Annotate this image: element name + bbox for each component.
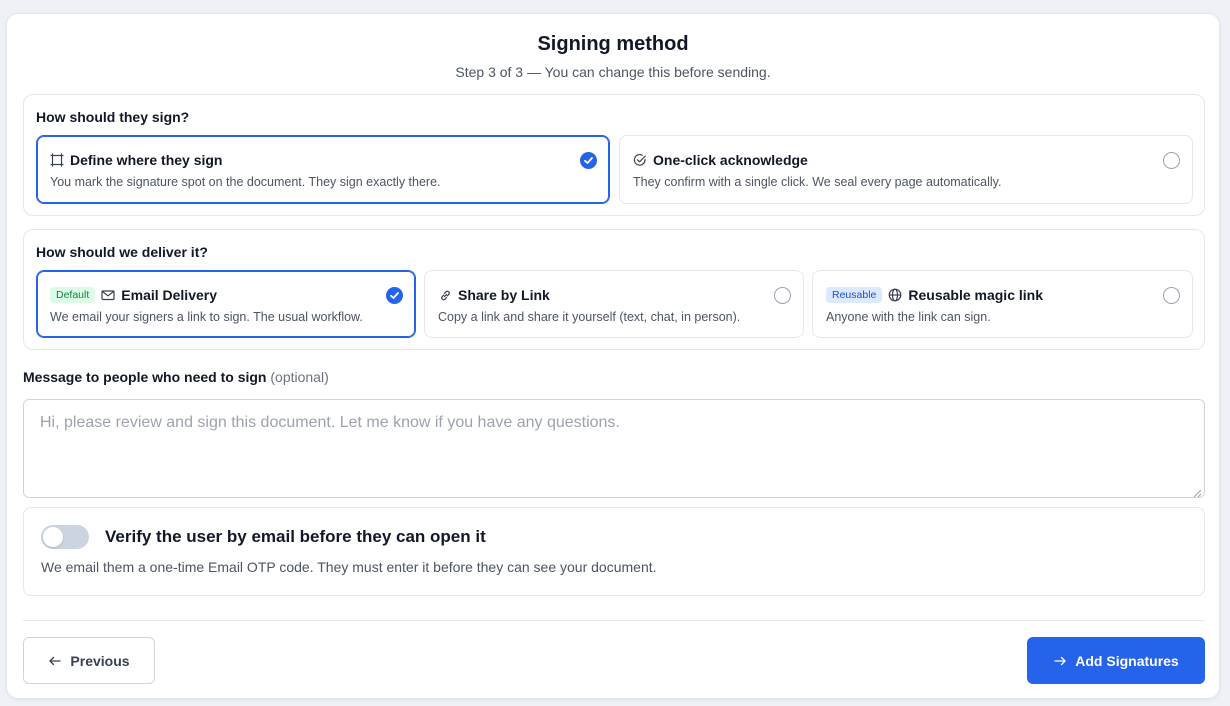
globe-icon [888, 288, 902, 302]
option-title: Define where they sign [70, 152, 223, 168]
optional-label: (optional) [270, 369, 329, 385]
page-title: Signing method [537, 33, 689, 55]
radio-unchecked-icon[interactable] [1163, 152, 1180, 169]
option-title: Reusable magic link [908, 287, 1043, 303]
radio-unchecked-icon[interactable] [774, 287, 791, 304]
message-label: Message to people who need to sign (opti… [23, 369, 329, 385]
reusable-badge: Reusable [826, 287, 883, 303]
mail-icon [101, 288, 115, 302]
radio-checked-icon[interactable] [580, 152, 597, 169]
option-one-click-acknowledge[interactable]: One-click acknowledge They confirm with … [619, 135, 1193, 204]
check-circle-icon [633, 153, 647, 167]
option-title: Email Delivery [121, 287, 218, 303]
footer-divider [23, 620, 1205, 621]
sign-section-label: How should they sign? [36, 109, 190, 125]
add-signatures-label: Add Signatures [1075, 652, 1179, 669]
option-email-delivery[interactable]: Default Email Delivery We email your sig… [36, 270, 416, 338]
option-description: Copy a link and share it yourself (text,… [438, 310, 741, 324]
arrow-left-icon [48, 654, 62, 668]
message-label-text: Message to people who need to sign [23, 369, 267, 385]
option-description: They confirm with a single click. We sea… [633, 175, 1002, 189]
verify-title: Verify the user by email before they can… [105, 527, 486, 546]
signing-method-card: Signing method Step 3 of 3 — You can cha… [6, 13, 1220, 699]
page-subtitle: Step 3 of 3 — You can change this before… [455, 64, 771, 80]
verify-description: We email them a one-time Email OTP code.… [41, 559, 657, 575]
add-signatures-button[interactable]: Add Signatures [1027, 637, 1205, 684]
resize-grip-icon[interactable] [1192, 485, 1202, 498]
message-box [23, 399, 1205, 498]
radio-checked-icon[interactable] [386, 287, 403, 304]
message-textarea[interactable] [24, 400, 1204, 497]
option-description: You mark the signature spot on the docum… [50, 175, 441, 189]
delivery-method-section: How should we deliver it? Default Email … [23, 229, 1205, 350]
default-badge: Default [50, 287, 96, 303]
frame-icon [50, 153, 64, 167]
previous-label: Previous [70, 652, 130, 669]
previous-button[interactable]: Previous [23, 637, 155, 684]
option-description: We email your signers a link to sign. Th… [50, 310, 363, 324]
option-share-by-link[interactable]: Share by Link Copy a link and share it y… [424, 270, 804, 338]
verify-email-panel: Verify the user by email before they can… [23, 507, 1205, 596]
option-title: Share by Link [458, 287, 550, 303]
delivery-section-label: How should we deliver it? [36, 244, 208, 260]
option-define-where-they-sign[interactable]: Define where they sign You mark the sign… [36, 135, 610, 204]
toggle-knob [43, 527, 63, 547]
radio-unchecked-icon[interactable] [1163, 287, 1180, 304]
option-reusable-magic-link[interactable]: Reusable Reusable magic link Anyone with… [812, 270, 1193, 338]
arrow-right-icon [1053, 654, 1067, 668]
option-description: Anyone with the link can sign. [826, 310, 991, 324]
option-title: One-click acknowledge [653, 152, 808, 168]
verify-email-toggle[interactable] [41, 525, 89, 549]
sign-method-section: How should they sign? Define where they … [23, 94, 1205, 216]
link-icon [438, 288, 452, 302]
